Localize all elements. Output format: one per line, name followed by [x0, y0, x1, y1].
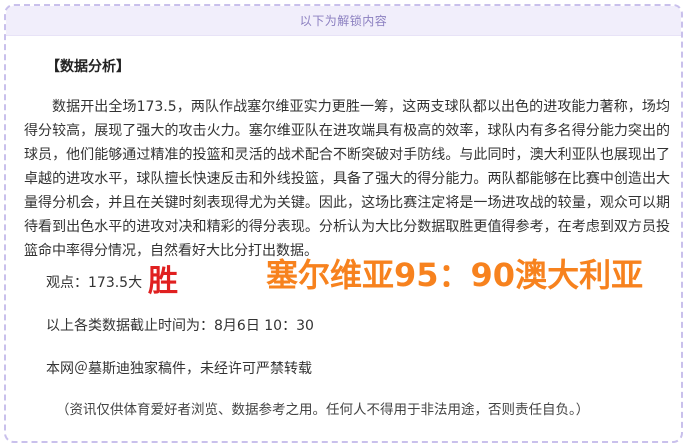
score-prediction: 塞尔维亚95：90澳大利亚 — [266, 256, 644, 294]
unlock-banner: 以下为解锁内容 — [6, 6, 681, 36]
win-mark: 胜 — [148, 264, 178, 299]
opinion-label: 观点：173.5大 — [46, 275, 143, 291]
disclaimer: （资讯仅供体育爱好者浏览、数据参考之用。任何人不得用于非法用途，否则责任自负。） — [56, 402, 590, 418]
section-title: 【数据分析】 — [46, 59, 130, 75]
unlock-banner-text: 以下为解锁内容 — [299, 14, 388, 28]
copyright-notice: 本网＠墓斯迪独家稿件，未经许可严禁转载 — [46, 361, 312, 377]
analysis-paragraph: 数据开出全场173.5，两队作战塞尔维亚实力更胜一筹，这两支球队都以出色的进攻能… — [24, 99, 670, 259]
data-deadline: 以上各类数据截止时间为：8月6日 10：30 — [46, 318, 314, 334]
